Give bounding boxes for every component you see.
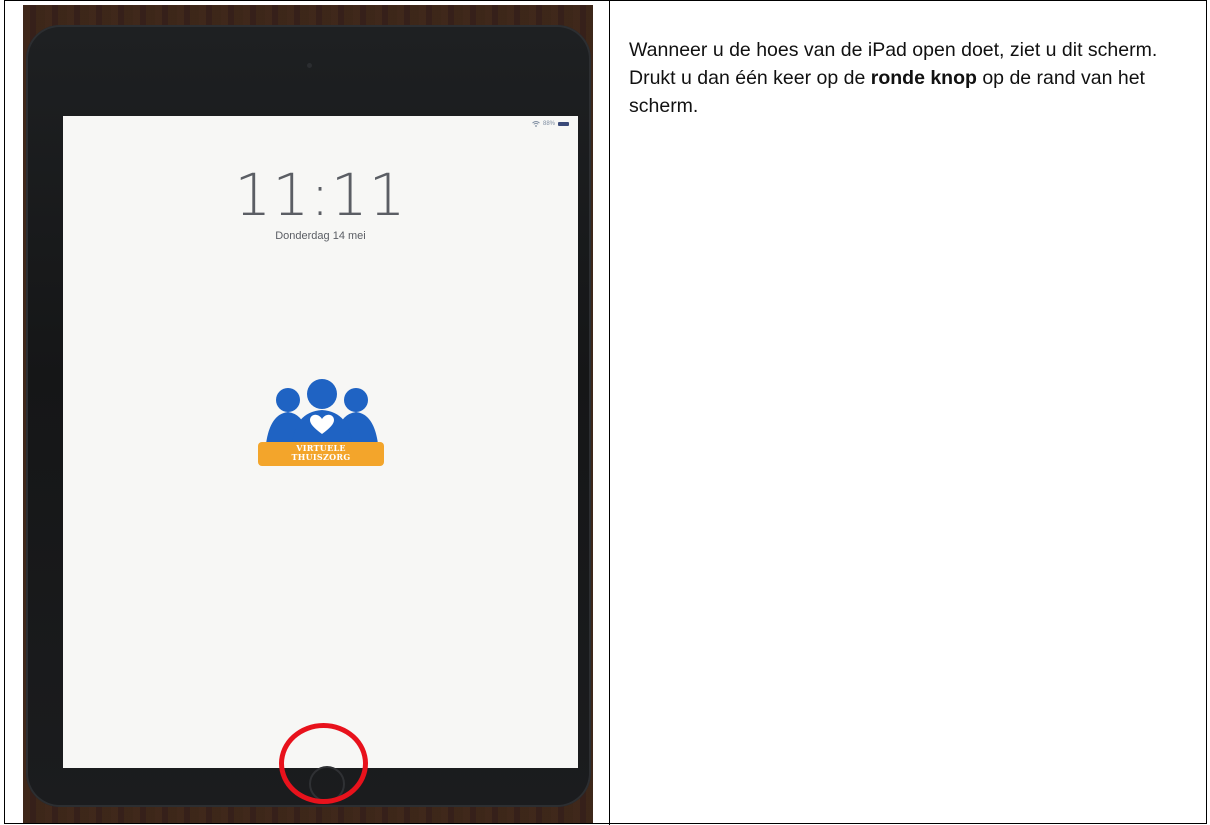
ipad-lock-screen: 88% 11:11 Donderdag 14 mei VIRTUELE THUI… bbox=[63, 116, 578, 768]
virtuele-thuiszorg-logo: VIRTUELE THUISZORG bbox=[258, 378, 386, 476]
instruction-text: Wanneer u de hoes van de iPad open doet,… bbox=[629, 36, 1199, 120]
battery-icon bbox=[558, 122, 569, 126]
red-highlight-circle bbox=[279, 723, 368, 804]
wifi-icon bbox=[532, 121, 540, 127]
lock-screen-date: Donderdag 14 mei bbox=[275, 230, 366, 242]
document-table: 88% 11:11 Donderdag 14 mei VIRTUELE THUI… bbox=[4, 0, 1207, 825]
lock-screen-time: 11:11 bbox=[234, 161, 407, 229]
logo-text-line2: THUISZORG bbox=[291, 452, 351, 462]
instruction-bold-round-button: ronde knop bbox=[870, 67, 977, 89]
instruction-paragraph-1: Wanneer u de hoes van de iPad open doet,… bbox=[629, 39, 1158, 61]
ipad-device: 88% 11:11 Donderdag 14 mei VIRTUELE THUI… bbox=[26, 25, 591, 807]
ipad-photo: 88% 11:11 Donderdag 14 mei VIRTUELE THUI… bbox=[23, 5, 593, 823]
instruction-text-before: Drukt u dan één keer op de bbox=[629, 67, 871, 89]
logo-text: VIRTUELE THUISZORG bbox=[258, 444, 384, 462]
instruction-paragraph-2: Drukt u dan één keer op de ronde knop op… bbox=[629, 64, 1199, 120]
camera-icon bbox=[307, 63, 312, 68]
battery-percentage: 88% bbox=[542, 121, 555, 127]
table-cell-divider bbox=[609, 1, 610, 825]
status-bar: 88% bbox=[532, 121, 569, 127]
